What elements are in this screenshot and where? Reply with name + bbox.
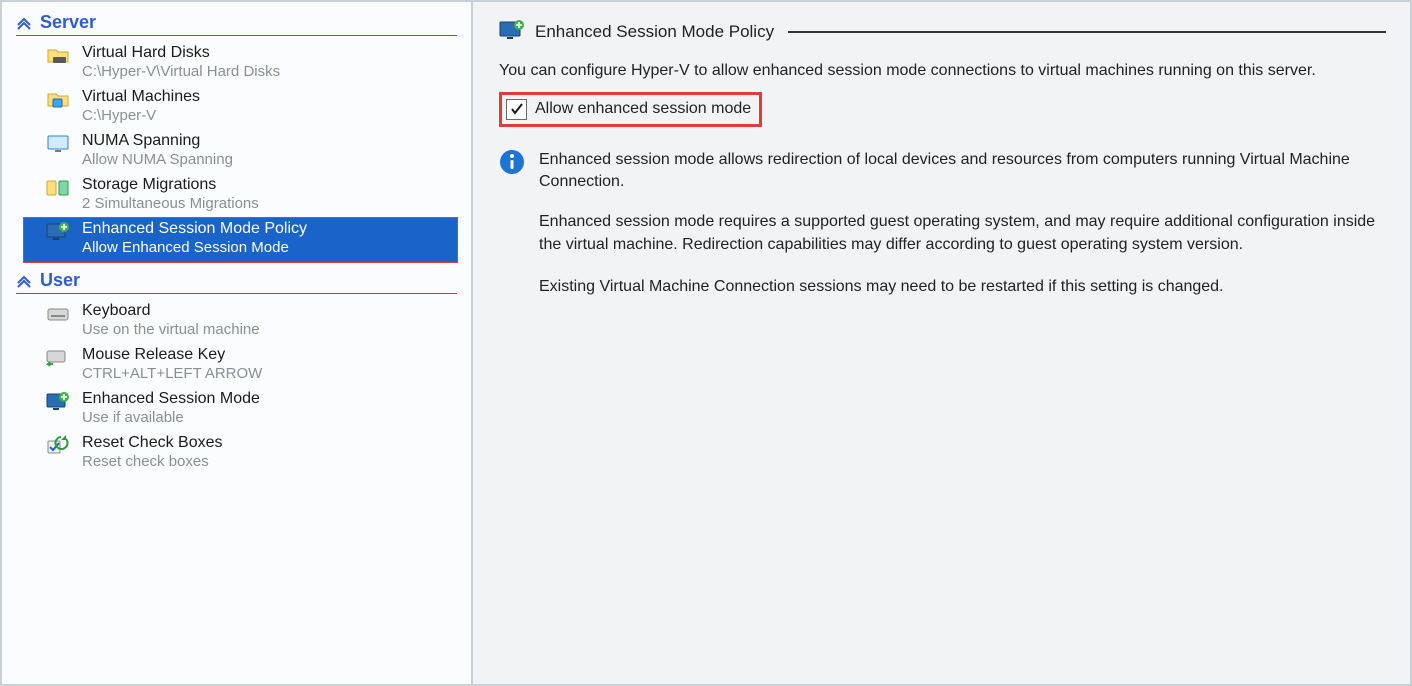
section-intro-text: You can configure Hyper-V to allow enhan… <box>499 60 1386 82</box>
settings-window: Server Virtual Hard Disks C:\Hyper-V\Vir… <box>0 0 1412 686</box>
nav-item-virtual-machines[interactable]: Virtual Machines C:\Hyper-V <box>2 86 471 130</box>
nav-item-title: Mouse Release Key <box>82 346 262 364</box>
nav-item-title: NUMA Spanning <box>82 132 233 150</box>
nav-item-sub: Use if available <box>82 409 260 426</box>
allow-enhanced-session-checkbox[interactable]: Allow enhanced session mode <box>499 92 762 127</box>
nav-item-numa-spanning[interactable]: NUMA Spanning Allow NUMA Spanning <box>2 130 471 174</box>
info-text-2: Enhanced session mode requires a support… <box>539 211 1386 256</box>
info-icon <box>499 149 525 175</box>
section-title: Enhanced Session Mode Policy <box>535 22 774 42</box>
nav-item-title: Reset Check Boxes <box>82 434 223 452</box>
nav-item-reset-checkboxes[interactable]: Reset Check Boxes Reset check boxes <box>2 432 471 476</box>
category-title: User <box>40 270 80 291</box>
collapse-icon <box>16 14 34 32</box>
checkbox-icon <box>506 99 527 120</box>
keyboard-icon <box>46 302 70 326</box>
reset-checkbox-icon <box>46 434 70 458</box>
folder-vm-icon <box>46 88 70 112</box>
category-header-server[interactable]: Server <box>16 12 457 36</box>
nav-item-enhanced-session-mode[interactable]: Enhanced Session Mode Use if available <box>2 388 471 432</box>
nav-item-storage-migrations[interactable]: Storage Migrations 2 Simultaneous Migrat… <box>2 174 471 218</box>
collapse-icon <box>16 272 34 290</box>
highlight-selected-nav: Enhanced Session Mode Policy Allow Enhan… <box>24 218 457 262</box>
nav-item-title: Enhanced Session Mode <box>82 390 260 408</box>
checkbox-label: Allow enhanced session mode <box>535 100 751 118</box>
category-title: Server <box>40 12 96 33</box>
category-header-user[interactable]: User <box>16 270 457 294</box>
nav-item-mouse-release[interactable]: Mouse Release Key CTRL+ALT+LEFT ARROW <box>2 344 471 388</box>
info-text-1: Enhanced session mode allows redirection… <box>539 149 1386 194</box>
monitor-plus-icon <box>46 220 70 244</box>
keyboard-arrow-icon <box>46 346 70 370</box>
folder-disk-icon <box>46 44 70 68</box>
nav-item-sub: Use on the virtual machine <box>82 321 260 338</box>
info-block: Enhanced session mode allows redirection… <box>499 149 1386 194</box>
nav-item-sub: CTRL+ALT+LEFT ARROW <box>82 365 262 382</box>
nav-item-sub: 2 Simultaneous Migrations <box>82 195 259 212</box>
nav-item-title: Virtual Hard Disks <box>82 44 280 62</box>
nav-item-sub: C:\Hyper-V\Virtual Hard Disks <box>82 63 280 80</box>
info-text-3: Existing Virtual Machine Connection sess… <box>539 276 1386 298</box>
monitor-icon <box>46 132 70 156</box>
settings-nav-pane: Server Virtual Hard Disks C:\Hyper-V\Vir… <box>2 2 473 684</box>
nav-item-enhanced-session-policy[interactable]: Enhanced Session Mode Policy Allow Enhan… <box>24 218 457 262</box>
nav-item-title: Enhanced Session Mode Policy <box>82 220 307 238</box>
nav-item-keyboard[interactable]: Keyboard Use on the virtual machine <box>2 300 471 344</box>
nav-item-sub: Allow Enhanced Session Mode <box>82 239 307 256</box>
section-rule <box>788 31 1386 33</box>
nav-item-sub: Reset check boxes <box>82 453 223 470</box>
section-header: Enhanced Session Mode Policy <box>499 18 1386 46</box>
nav-item-sub: Allow NUMA Spanning <box>82 151 233 168</box>
nav-item-title: Virtual Machines <box>82 88 200 106</box>
nav-item-sub: C:\Hyper-V <box>82 107 200 124</box>
monitor-plus-icon <box>499 18 525 46</box>
nav-item-title: Storage Migrations <box>82 176 259 194</box>
nav-item-title: Keyboard <box>82 302 260 320</box>
settings-detail-pane: Enhanced Session Mode Policy You can con… <box>473 2 1410 684</box>
monitor-plus-icon <box>46 390 70 414</box>
nav-item-virtual-hard-disks[interactable]: Virtual Hard Disks C:\Hyper-V\Virtual Ha… <box>2 42 471 86</box>
storage-migration-icon <box>46 176 70 200</box>
